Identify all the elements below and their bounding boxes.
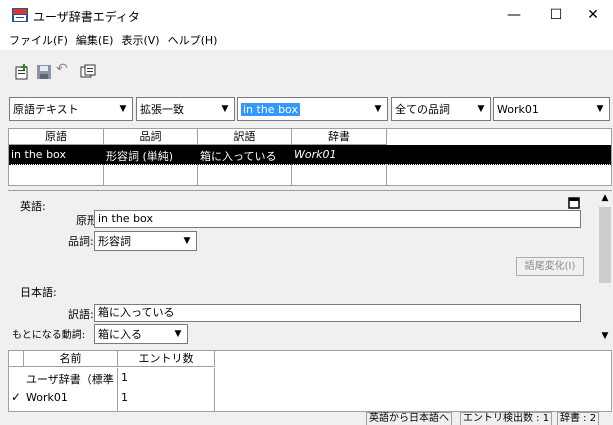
dict-name: Work01 <box>26 391 68 404</box>
dict-name: ユーザ辞書（標準 <box>26 373 114 386</box>
menu-edit[interactable]: 編集(E) <box>73 32 117 48</box>
search-input[interactable]: in the box ▼ <box>237 97 388 121</box>
base-verb-value: 箱に入る <box>98 328 142 341</box>
field-select-value: 原語テキスト <box>13 103 79 116</box>
dict-count: 1 <box>121 371 128 384</box>
detail-scrollbar[interactable]: ▲ ▼ <box>598 191 612 347</box>
inflection-button[interactable]: 語尾変化(I) <box>516 257 584 276</box>
status-bar: 英語から日本語へ エントリ検出数 : 1 辞書 : 2 <box>0 412 613 425</box>
chevron-down-icon[interactable]: ▼ <box>216 98 234 120</box>
dictionary-list[interactable]: 名前 エントリ数 ユーザ辞書（標準 1 ✓ Work01 1 <box>8 350 612 412</box>
scrollbar-thumb[interactable] <box>599 207 611 283</box>
japanese-section-label: 日本語: <box>20 286 57 299</box>
result-list[interactable]: 原語 品詞 訳語 辞書 in the box 形容詞 (単純) 箱に入っている … <box>8 128 612 186</box>
close-button[interactable]: ✕ <box>572 0 613 30</box>
scroll-down-icon[interactable]: ▼ <box>598 331 612 343</box>
pos-select-value: 全ての品詞 <box>395 103 450 116</box>
menu-view[interactable]: 表示(V) <box>118 32 162 48</box>
table-row[interactable]: in the box 形容詞 (単純) 箱に入っている Work01 <box>9 145 611 164</box>
divider <box>386 164 387 186</box>
menu-file[interactable]: ファイル(F) <box>6 32 71 48</box>
menu-bar: ファイル(F) 編集(E) 表示(V) ヘルプ(H) <box>0 30 613 50</box>
title-bar: ユーザ辞書エディタ — ☐ ✕ <box>0 0 613 30</box>
base-form-field[interactable]: in the box <box>94 210 581 228</box>
restore-pane-icon[interactable] <box>568 197 580 209</box>
translation-label: 訳語: <box>68 308 94 321</box>
divider <box>103 164 104 186</box>
pos-label: 品詞: <box>68 235 94 248</box>
match-select-value: 拡張一致 <box>140 103 184 116</box>
pos-dropdown[interactable]: 形容詞 ▼ <box>94 231 197 251</box>
divider <box>9 164 611 165</box>
translation-field[interactable]: 箱に入っている <box>94 304 581 322</box>
english-section-label: 英語: <box>20 200 46 213</box>
maximize-button[interactable]: ☐ <box>535 0 577 30</box>
divider <box>214 368 215 412</box>
field-select[interactable]: 原語テキスト ▼ <box>9 97 133 121</box>
check-icon[interactable]: ✓ <box>11 390 21 404</box>
chevron-down-icon[interactable]: ▼ <box>472 98 490 120</box>
column-header-name[interactable]: 名前 <box>24 351 118 367</box>
row-dictionary: Work01 <box>294 148 337 161</box>
divider <box>197 164 198 186</box>
chevron-down-icon[interactable]: ▼ <box>169 325 187 343</box>
pos-dropdown-value: 形容詞 <box>98 235 131 248</box>
undo-icon[interactable]: ↶ <box>56 61 72 77</box>
minimize-button[interactable]: — <box>493 0 535 30</box>
new-entry-icon[interactable] <box>14 64 30 80</box>
status-dicts: 辞書 : 2 <box>557 412 600 425</box>
menu-help[interactable]: ヘルプ(H) <box>165 32 221 48</box>
divider <box>117 368 118 412</box>
save-icon[interactable] <box>36 64 52 80</box>
column-header-dictionary[interactable]: 辞書 <box>292 129 387 145</box>
window-title: ユーザ辞書エディタ <box>33 10 140 24</box>
chevron-down-icon[interactable]: ▼ <box>178 232 196 250</box>
status-hits: エントリ検出数 : 1 <box>460 412 553 425</box>
dict-count: 1 <box>121 391 128 404</box>
column-header-check <box>9 351 24 367</box>
app-icon <box>12 8 28 22</box>
row-source: in the box <box>11 148 66 161</box>
row-pos: 形容詞 (単純) <box>106 150 174 163</box>
column-header-count[interactable]: エントリ数 <box>118 351 215 367</box>
base-verb-label: もとになる動詞: <box>12 330 86 341</box>
scroll-up-icon[interactable]: ▲ <box>598 193 612 205</box>
toolbar: ↶ <box>0 58 613 86</box>
list-item[interactable]: ✓ Work01 1 <box>9 388 215 407</box>
dictionary-select[interactable]: Work01 ▼ <box>493 97 610 121</box>
status-direction: 英語から日本語へ <box>366 412 452 425</box>
chevron-down-icon[interactable]: ▼ <box>114 98 132 120</box>
chevron-down-icon[interactable]: ▼ <box>369 98 387 120</box>
row-translation: 箱に入っている <box>200 150 277 163</box>
dictionary-icon[interactable] <box>80 64 96 80</box>
divider <box>291 164 292 186</box>
chevron-down-icon[interactable]: ▼ <box>591 98 609 120</box>
list-item[interactable]: ユーザ辞書（標準 1 <box>9 368 215 387</box>
search-input-value[interactable]: in the box <box>241 102 300 116</box>
column-header-source[interactable]: 原語 <box>9 129 104 145</box>
column-header-translation[interactable]: 訳語 <box>198 129 292 145</box>
base-verb-dropdown[interactable]: 箱に入る ▼ <box>94 324 188 344</box>
match-select[interactable]: 拡張一致 ▼ <box>136 97 235 121</box>
pos-select[interactable]: 全ての品詞 ▼ <box>391 97 491 121</box>
entry-detail-panel: 英語: 原形 in the box 品詞: 形容詞 ▼ 語尾変化(I) 日本語:… <box>8 190 612 347</box>
dictionary-select-value: Work01 <box>497 102 539 116</box>
column-header-pos[interactable]: 品詞 <box>104 129 198 145</box>
